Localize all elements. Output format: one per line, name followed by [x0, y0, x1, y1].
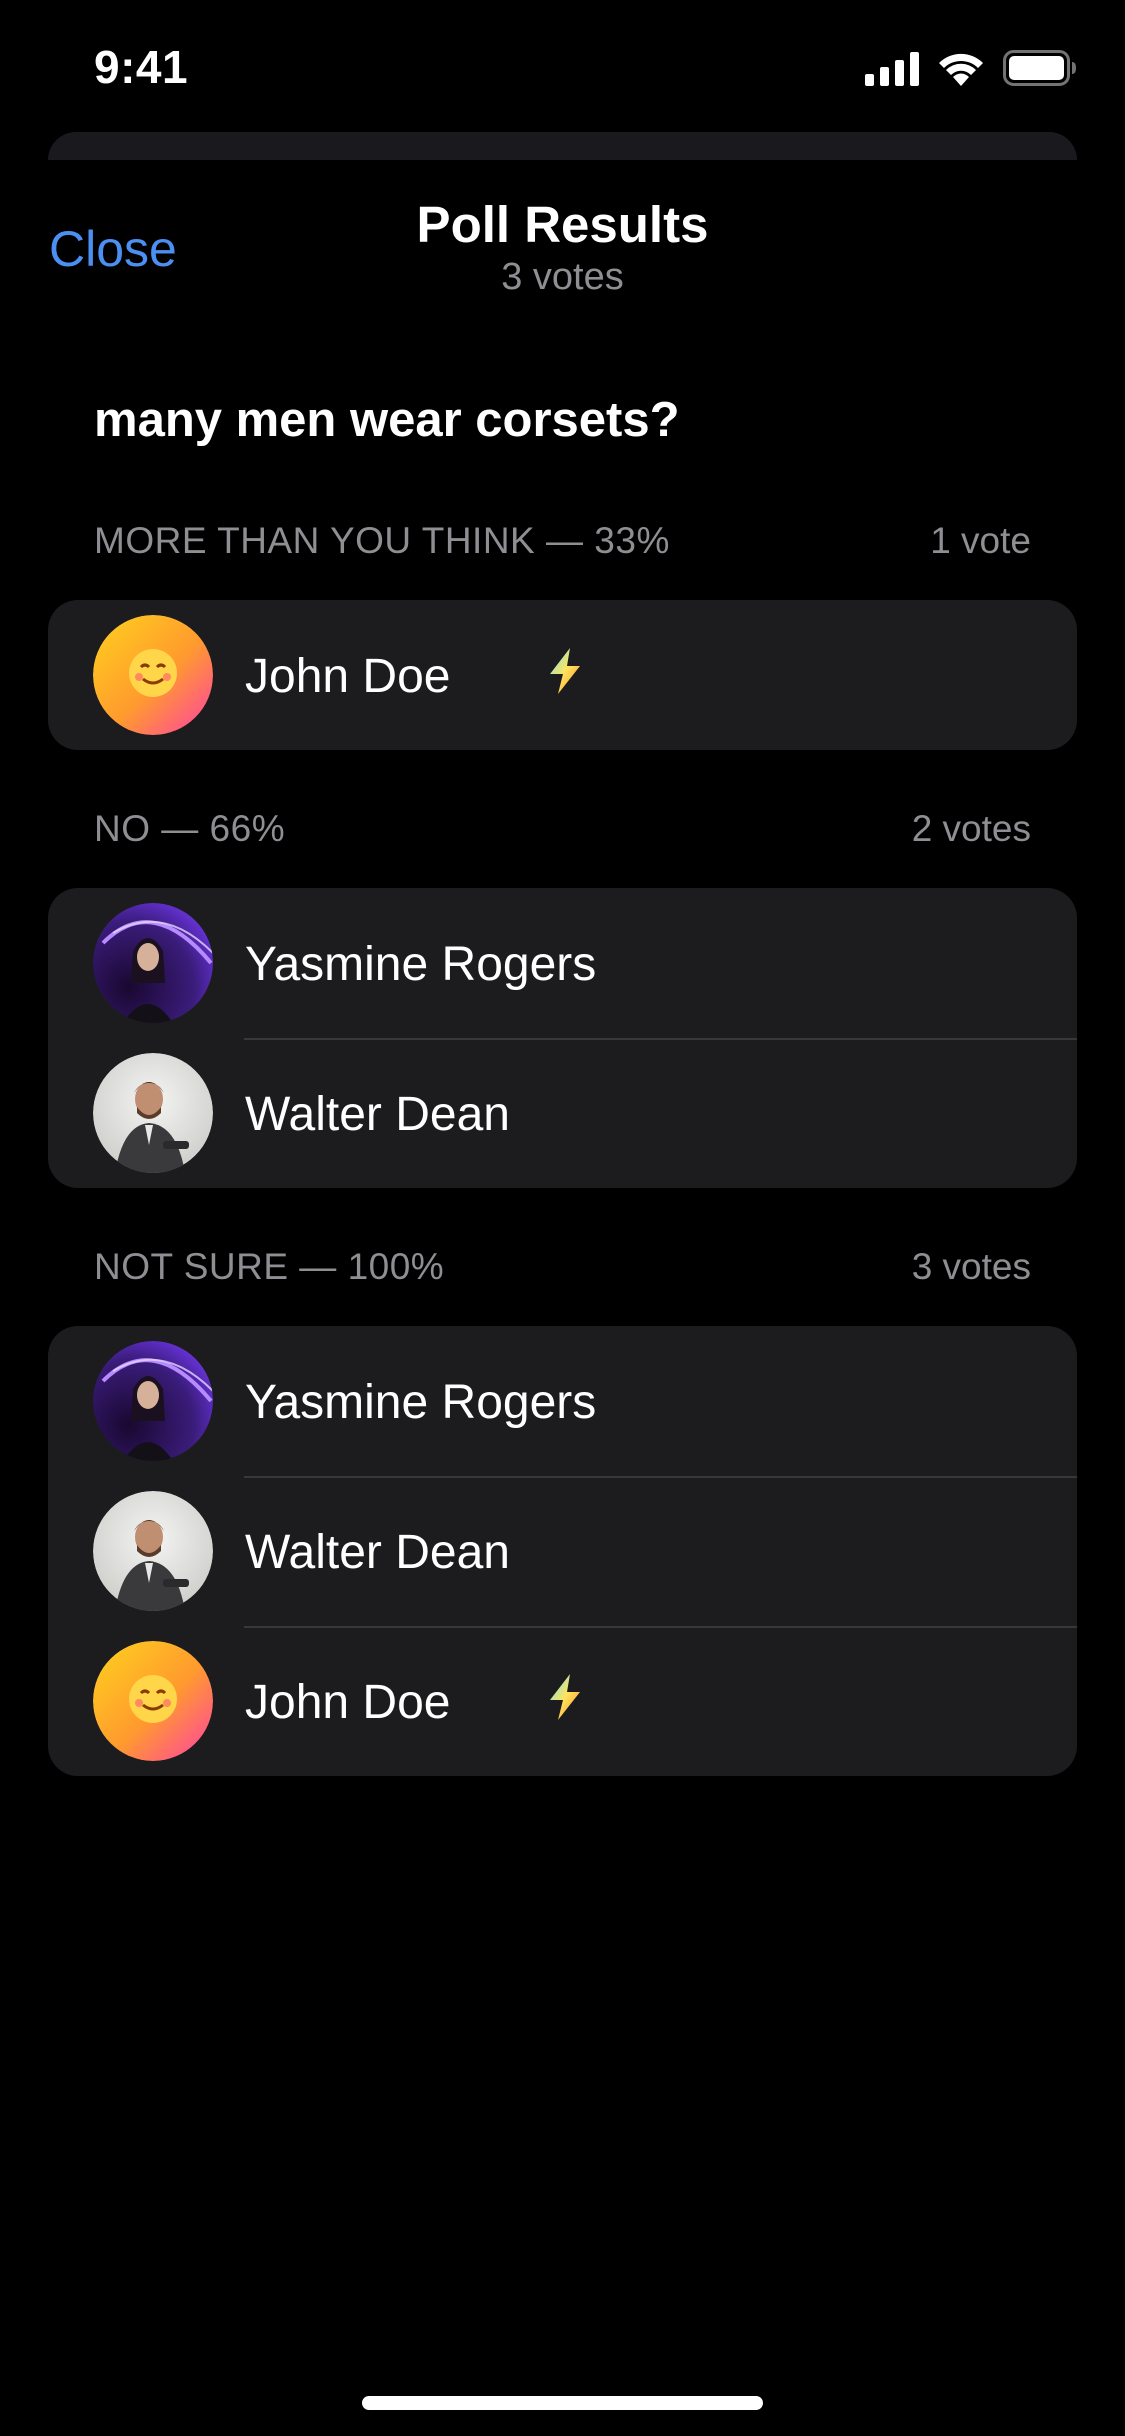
voter-name: Walter Dean [245, 1526, 510, 1579]
status-bar: 9:41 [0, 0, 1125, 132]
option-label: NOT SURE — 100% [94, 1246, 445, 1287]
lightning-badge-icon [540, 646, 590, 696]
vote-count: 3 votes [911, 1246, 1031, 1287]
man-suit-photo-avatar [93, 1491, 213, 1611]
voter-row[interactable]: Yasmine Rogers [48, 1326, 1077, 1476]
home-indicator[interactable] [362, 2396, 763, 2410]
total-votes: 3 votes [501, 256, 624, 298]
option-label: MORE THAN YOU THINK — 33% [94, 520, 670, 561]
voter-row[interactable]: Yasmine Rogers [48, 888, 1077, 1038]
woman-neon-photo-avatar [93, 1341, 213, 1461]
section-header: NO — 66% 2 votes [48, 808, 1077, 870]
nav-header: Close Poll Results 3 votes [0, 160, 1125, 320]
voter-name: Yasmine Rogers [245, 938, 597, 991]
cellular-signal-icon [865, 52, 919, 91]
voters-list: Yasmine Rogers Walter Dean [48, 1326, 1077, 1776]
section-header: NOT SURE — 100% 3 votes [48, 1246, 1077, 1308]
battery-icon [1003, 50, 1077, 91]
poll-option-section: NOT SURE — 100% 3 votes Yasmine Rogers W… [48, 1246, 1077, 1776]
vote-count: 2 votes [911, 808, 1031, 849]
status-icons [865, 50, 1077, 91]
lightning-badge-icon [540, 1672, 590, 1722]
voter-name: Yasmine Rogers [245, 1376, 597, 1429]
option-label: NO — 66% [94, 808, 286, 849]
voter-row[interactable]: John Doe [48, 1626, 1077, 1776]
voter-name: John Doe [245, 1676, 451, 1729]
poll-question: many men wear corsets? [94, 393, 680, 447]
section-header: MORE THAN YOU THINK — 33% 1 vote [48, 520, 1077, 582]
woman-neon-photo-avatar [93, 903, 213, 1023]
smiling-face-avatar [93, 615, 213, 735]
voter-name: John Doe [245, 650, 451, 703]
voter-row[interactable]: Walter Dean [48, 1038, 1077, 1188]
poll-option-section: NO — 66% 2 votes Yasmine Rogers Walter D… [48, 808, 1077, 1188]
status-time: 9:41 [94, 41, 189, 93]
page-title: Poll Results [416, 196, 709, 253]
voter-row[interactable]: John Doe [48, 600, 1077, 750]
man-suit-photo-avatar [93, 1053, 213, 1173]
voters-list: Yasmine Rogers Walter Dean [48, 888, 1077, 1188]
poll-option-section: MORE THAN YOU THINK — 33% 1 vote John Do… [48, 520, 1077, 750]
smiling-face-avatar [93, 1641, 213, 1761]
voter-row[interactable]: Walter Dean [48, 1476, 1077, 1626]
vote-count: 1 vote [930, 520, 1031, 561]
voters-list: John Doe [48, 600, 1077, 750]
voter-name: Walter Dean [245, 1088, 510, 1141]
wifi-icon [937, 50, 985, 91]
